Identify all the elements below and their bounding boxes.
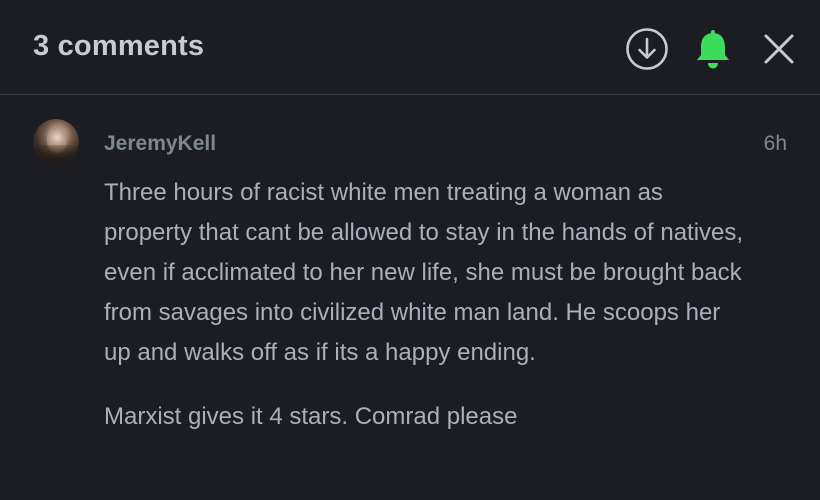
header-actions bbox=[624, 26, 802, 72]
comments-header: 3 comments bbox=[0, 0, 820, 94]
download-icon bbox=[626, 28, 668, 70]
comment-paragraph: Marxist gives it 4 stars. Comrad please bbox=[104, 403, 518, 430]
comment-item: JeremyKell 6h Three hours of racist whit… bbox=[0, 95, 820, 500]
avatar[interactable] bbox=[33, 119, 79, 165]
comments-panel: 3 comments JeremyKell 6h Three hours of … bbox=[0, 0, 820, 500]
close-icon bbox=[764, 34, 794, 64]
comment-timestamp: 6h bbox=[763, 132, 787, 155]
comment-body: Three hours of racist white men treating… bbox=[104, 173, 744, 437]
comment-paragraph: Three hours of racist white men treating… bbox=[104, 179, 744, 366]
download-button[interactable] bbox=[624, 26, 670, 72]
comment-username[interactable]: JeremyKell bbox=[104, 132, 216, 156]
avatar-shade bbox=[33, 145, 79, 165]
comments-title: 3 comments bbox=[33, 30, 205, 62]
bell-icon bbox=[697, 30, 729, 69]
close-button[interactable] bbox=[756, 26, 802, 72]
notifications-button[interactable] bbox=[690, 26, 736, 72]
